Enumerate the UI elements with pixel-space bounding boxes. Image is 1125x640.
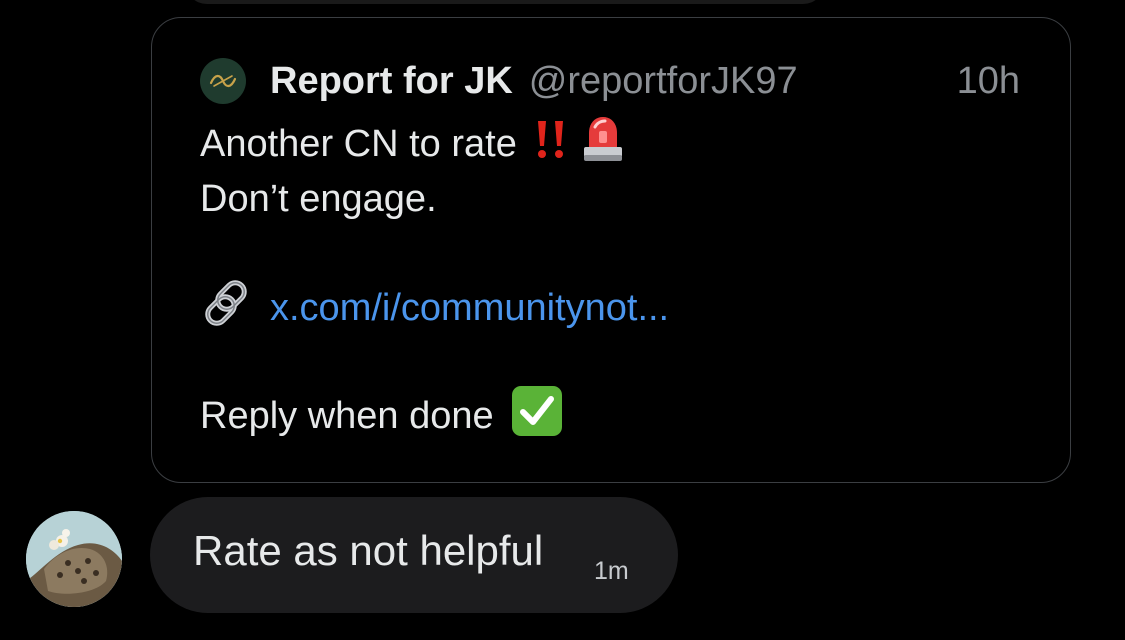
reply-message-row: Rate as not helpful 1m xyxy=(0,497,1125,613)
post-reply-line: Reply when done xyxy=(200,386,564,444)
author-logo-icon xyxy=(209,74,237,88)
author-name[interactable]: Report for JK xyxy=(270,60,513,103)
community-note-link[interactable]: x.com/i/communitynot... xyxy=(270,287,669,330)
previous-message-bubble xyxy=(185,0,825,4)
post-line-1: Another CN to rate xyxy=(200,117,627,170)
post-link-line: x.com/i/communitynot... xyxy=(200,280,669,336)
double-exclamation-icon xyxy=(533,118,569,170)
check-mark-icon xyxy=(510,384,564,448)
quoted-post-card[interactable]: Report for JK @reportforJK97 10h Another… xyxy=(151,17,1071,483)
siren-icon xyxy=(579,113,627,175)
message-text: Rate as not helpful xyxy=(193,527,544,574)
post-reply-text: Reply when done xyxy=(200,394,494,437)
chat-screen: Report for JK @reportforJK97 10h Another… xyxy=(0,0,1125,640)
link-icon xyxy=(200,275,256,341)
message-bubble[interactable]: Rate as not helpful 1m xyxy=(150,497,678,613)
author-avatar[interactable] xyxy=(200,58,246,104)
post-text-line-1: Another CN to rate xyxy=(200,122,517,165)
author-handle[interactable]: @reportforJK97 xyxy=(529,60,798,103)
post-line-2: Don’t engage. xyxy=(200,177,437,220)
message-time: 1m xyxy=(594,557,629,585)
post-timestamp: 10h xyxy=(956,59,1020,102)
author-row: Report for JK @reportforJK97 xyxy=(270,56,798,106)
user-avatar[interactable] xyxy=(26,511,122,607)
